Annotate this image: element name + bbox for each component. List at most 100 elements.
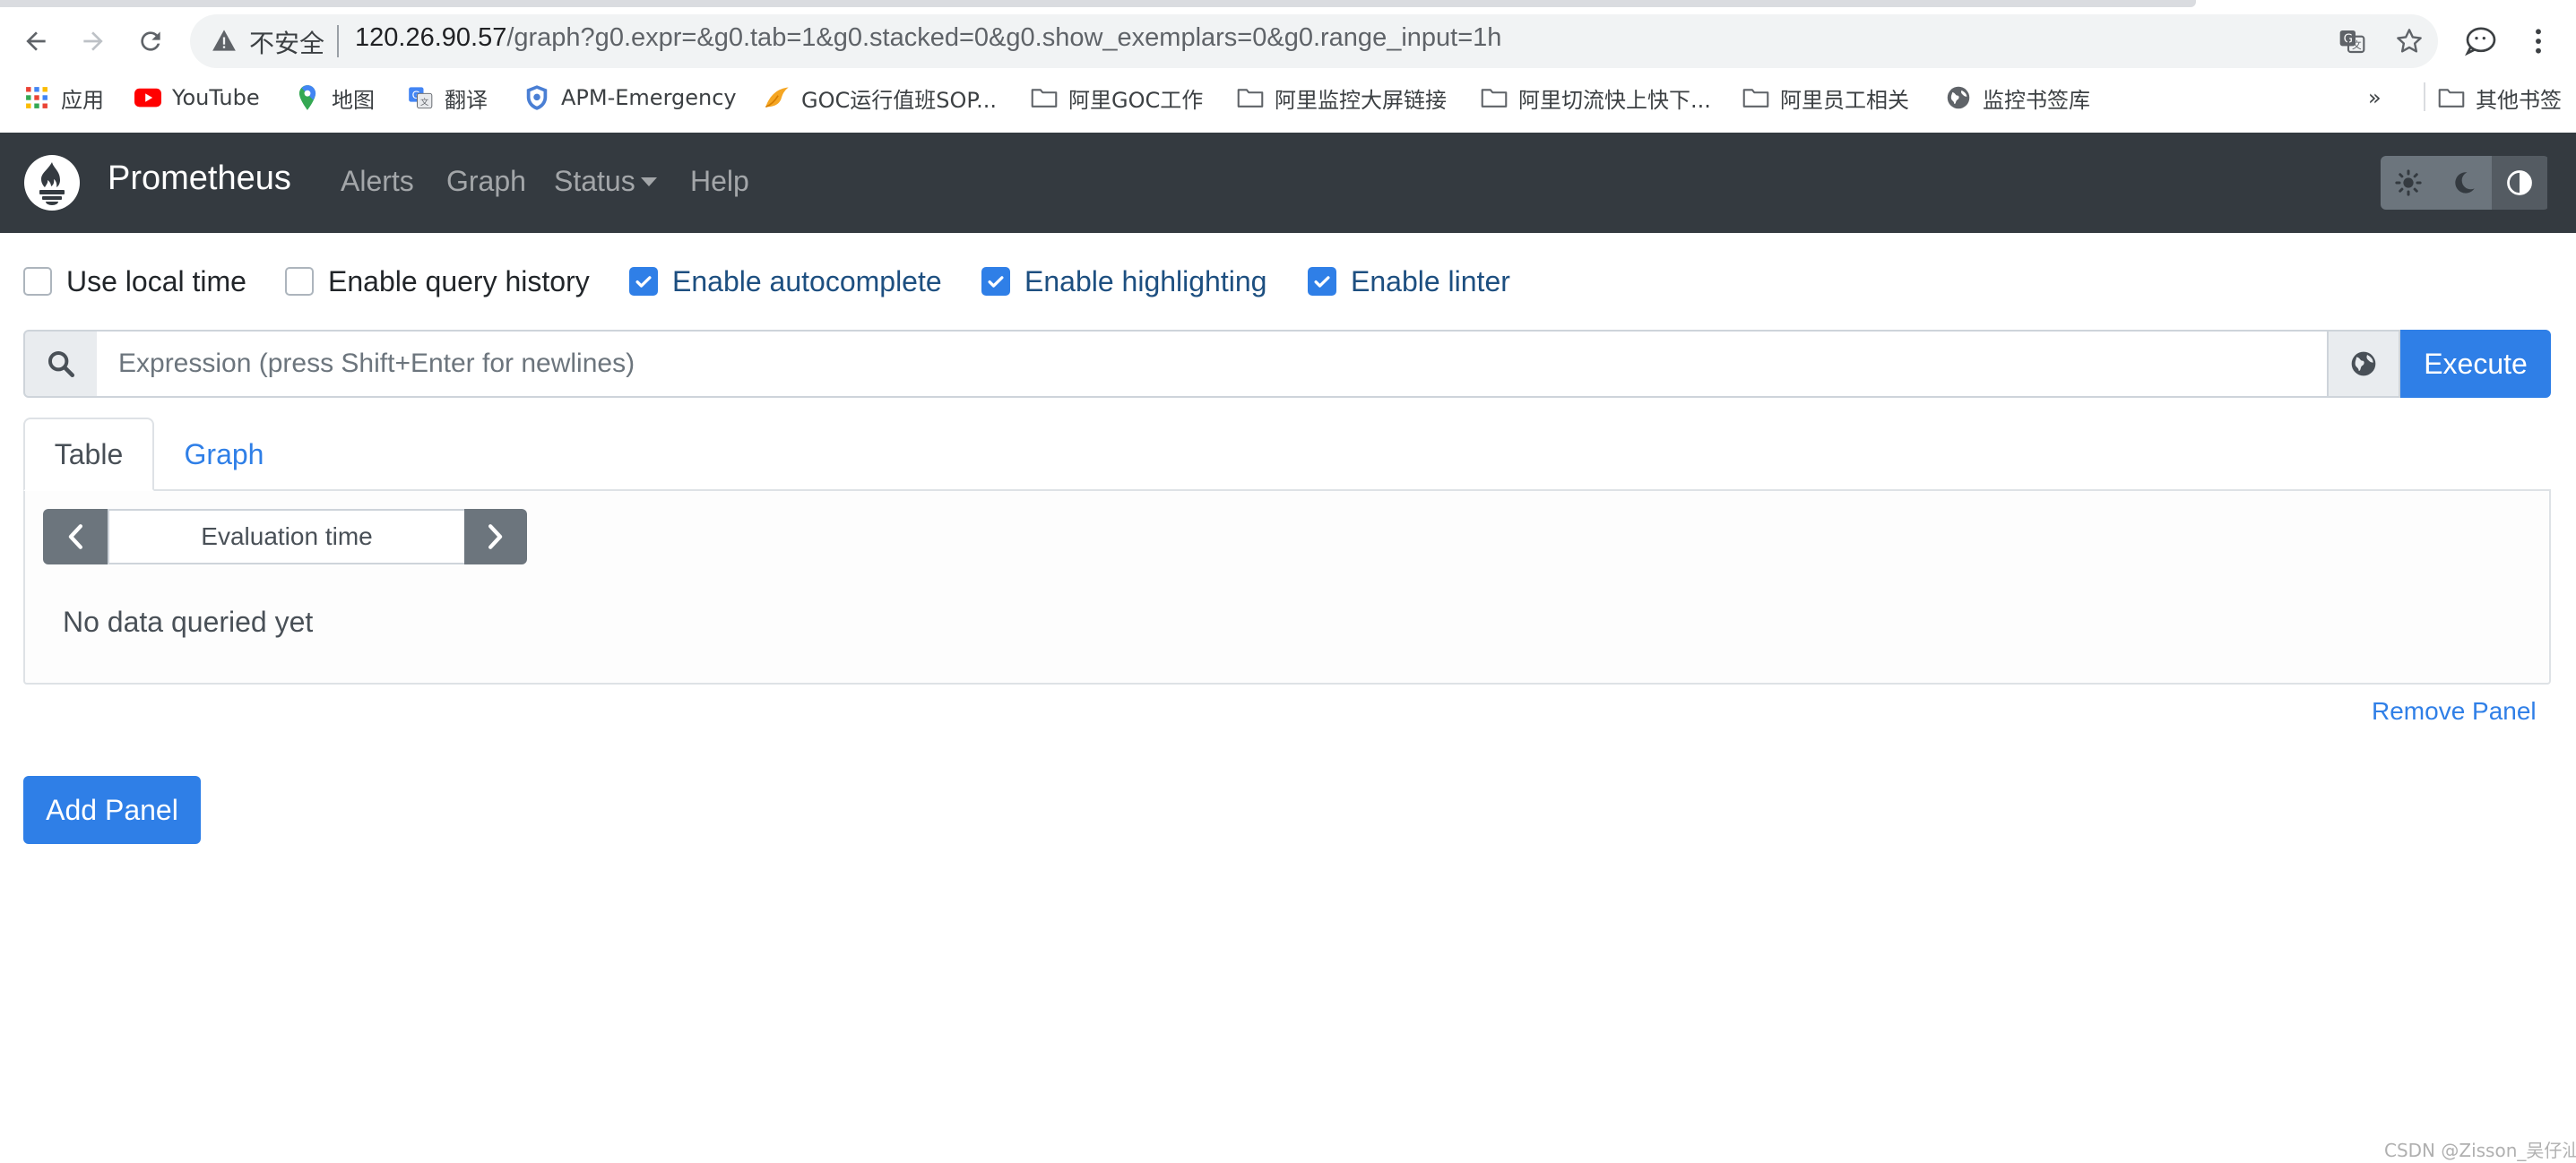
- bookmark-label: 阿里监控大屏链接: [1275, 87, 1447, 113]
- light-theme-icon[interactable]: [2381, 156, 2436, 210]
- metrics-explorer-globe-icon[interactable]: [2327, 330, 2400, 398]
- folder-icon: [1237, 84, 1264, 111]
- option-label: Enable highlighting: [1024, 264, 1267, 297]
- warning-icon[interactable]: [212, 29, 237, 56]
- search-icon: [23, 330, 99, 398]
- option-enable-autocomplete[interactable]: Enable autocomplete: [629, 263, 942, 299]
- url-host: 120.26.90.57: [355, 23, 507, 52]
- translate-page-icon[interactable]: G文: [2332, 22, 2372, 61]
- svg-text:文: 文: [2352, 39, 2362, 51]
- checkbox-enable-highlighting[interactable]: [981, 267, 1010, 296]
- bookmark-maps[interactable]: 地图: [294, 79, 375, 116]
- bookmark-label: 阿里切流快上快下...: [1518, 87, 1711, 113]
- bookmark-label: 翻译: [445, 87, 488, 113]
- maps-pin-icon: [294, 84, 321, 111]
- apps-grid-icon: [23, 84, 50, 111]
- bookmark-translate[interactable]: G文 翻译: [407, 79, 488, 116]
- bookmark-star-icon[interactable]: [2390, 22, 2429, 61]
- bookmarks-divider: [2424, 82, 2425, 111]
- option-label: Enable linter: [1351, 264, 1510, 297]
- no-data-message: No data queried yet: [63, 606, 314, 638]
- expression-input[interactable]: [97, 330, 2352, 398]
- bookmark-apps[interactable]: 应用: [23, 79, 104, 116]
- option-label: Enable query history: [328, 264, 590, 297]
- auto-theme-icon[interactable]: [2492, 156, 2547, 210]
- remove-panel-link[interactable]: Remove Panel: [2372, 697, 2537, 726]
- bookmark-label: 阿里员工相关: [1780, 87, 1909, 113]
- prometheus-logo-icon[interactable]: [23, 154, 81, 211]
- chevron-right-icon: [488, 524, 503, 549]
- option-use-local-time[interactable]: Use local time: [23, 263, 246, 299]
- bookmark-label: 应用: [61, 87, 104, 113]
- bookmark-label: 监控书签库: [1983, 87, 2090, 113]
- theme-switcher: [2381, 156, 2549, 210]
- option-enable-linter[interactable]: Enable linter: [1308, 263, 1510, 299]
- bookmarks-bar: 应用 YouTube 地图 G文 翻译 APM-Emergency GOC运行值…: [0, 79, 2576, 116]
- check-icon: [988, 276, 1004, 288]
- bookmark-youtube[interactable]: YouTube: [134, 79, 260, 116]
- shield-icon: [523, 84, 550, 111]
- bookmark-label: GOC运行值班SOP...: [801, 87, 997, 113]
- evaluation-time-input[interactable]: Evaluation time: [108, 509, 466, 564]
- chevron-left-icon: [68, 524, 82, 549]
- checkbox-enable-autocomplete[interactable]: [629, 267, 658, 296]
- more-bookmarks-label: »: [2368, 85, 2382, 110]
- bookmark-folder-staff[interactable]: 阿里员工相关: [1742, 79, 1909, 116]
- more-bookmarks-button[interactable]: »: [2368, 79, 2382, 116]
- nav-status[interactable]: Status: [554, 165, 657, 198]
- bookmark-goc-sop[interactable]: GOC运行值班SOP...: [764, 79, 997, 116]
- bookmark-label: YouTube: [172, 85, 260, 110]
- bookmark-label: 地图: [332, 87, 375, 113]
- brand-title[interactable]: Prometheus: [108, 159, 291, 198]
- eval-time-prev-button[interactable]: [43, 509, 108, 564]
- folder-icon: [1031, 84, 1058, 111]
- tab-table[interactable]: Table: [23, 418, 154, 491]
- browser-menu-icon[interactable]: [2519, 22, 2558, 61]
- translate-icon: G文: [407, 84, 434, 111]
- add-panel-button[interactable]: Add Panel: [23, 776, 201, 844]
- back-icon[interactable]: [14, 20, 57, 63]
- bookmark-label: APM-Emergency: [561, 85, 737, 110]
- tab-strip-edge: [0, 0, 2196, 7]
- option-enable-query-history[interactable]: Enable query history: [285, 263, 590, 299]
- check-icon: [1314, 276, 1330, 288]
- nav-status-label: Status: [554, 165, 635, 197]
- globe-icon: [1945, 84, 1972, 111]
- other-bookmarks-label: 其他书签: [2476, 87, 2562, 113]
- checkbox-use-local-time[interactable]: [23, 267, 52, 296]
- checkbox-enable-query-history[interactable]: [285, 267, 314, 296]
- eval-time-next-button[interactable]: [464, 509, 527, 564]
- watermark-text: CSDN @Zisson_吴仔汕: [2384, 1140, 2576, 1161]
- check-icon: [635, 276, 652, 288]
- option-label: Use local time: [66, 264, 246, 297]
- nav-help[interactable]: Help: [690, 165, 749, 198]
- bookmark-folder-goc[interactable]: 阿里GOC工作: [1031, 79, 1203, 116]
- svg-text:文: 文: [420, 97, 428, 108]
- bird-icon: [764, 84, 791, 111]
- tab-graph[interactable]: Graph: [161, 418, 287, 491]
- dark-theme-icon[interactable]: [2436, 156, 2492, 210]
- reload-icon[interactable]: [129, 20, 172, 63]
- checkbox-enable-linter[interactable]: [1308, 267, 1336, 296]
- other-bookmarks[interactable]: 其他书签: [2438, 79, 2562, 116]
- url-path: /graph?g0.expr=&g0.tab=1&g0.stacked=0&g0…: [506, 23, 1502, 52]
- execute-button[interactable]: Execute: [2400, 330, 2551, 398]
- address-divider: [337, 25, 339, 57]
- forward-icon[interactable]: [72, 20, 115, 63]
- option-enable-highlighting[interactable]: Enable highlighting: [981, 263, 1266, 299]
- bookmark-monitor-library[interactable]: 监控书签库: [1945, 79, 2090, 116]
- bookmark-folder-monitor[interactable]: 阿里监控大屏链接: [1237, 79, 1447, 116]
- wechat-extension-icon[interactable]: [2461, 22, 2501, 61]
- bookmark-label: 阿里GOC工作: [1068, 87, 1204, 113]
- nav-graph[interactable]: Graph: [446, 165, 526, 198]
- expression-input-group: Execute: [23, 330, 2551, 398]
- option-label: Enable autocomplete: [672, 264, 942, 297]
- folder-icon: [1481, 84, 1508, 111]
- nav-alerts[interactable]: Alerts: [341, 165, 414, 198]
- youtube-icon: [134, 84, 161, 111]
- insecure-label[interactable]: 不安全: [249, 24, 324, 60]
- folder-icon: [1742, 84, 1769, 111]
- bookmark-apm-emergency[interactable]: APM-Emergency: [523, 79, 737, 116]
- bookmark-folder-switch[interactable]: 阿里切流快上快下...: [1481, 79, 1711, 116]
- url-text[interactable]: 120.26.90.57/graph?g0.expr=&g0.tab=1&g0.…: [355, 23, 1501, 53]
